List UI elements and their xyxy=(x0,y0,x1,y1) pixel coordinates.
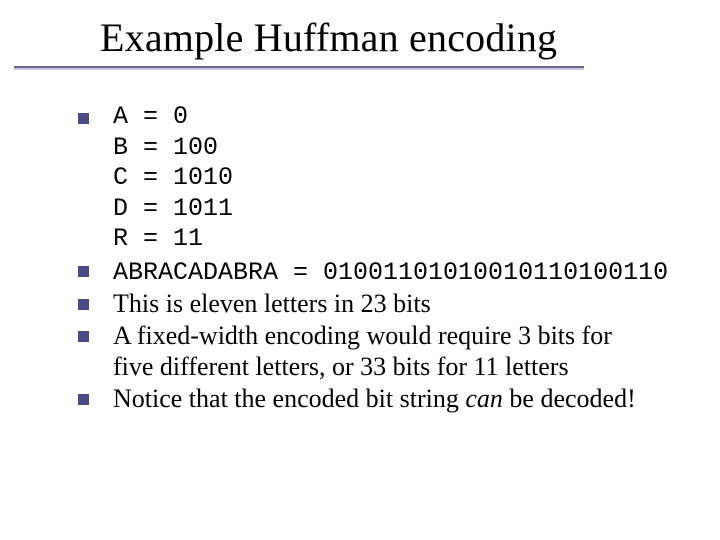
code-c: C = 1010 xyxy=(113,163,678,194)
list-item-body: ABRACADABRA = 01001101010010110100110 xyxy=(113,255,678,289)
fixed-line-2: five different letters, or 33 bits for 1… xyxy=(113,352,569,381)
code-d: D = 1011 xyxy=(113,194,678,225)
fixed-width-line: A fixed-width encoding would require 3 b… xyxy=(113,320,678,383)
bullet-icon xyxy=(78,113,89,124)
bullet-icon xyxy=(78,331,89,342)
decode-em: can xyxy=(465,384,503,413)
slide-title: Example Huffman encoding xyxy=(100,14,557,61)
code-b: B = 100 xyxy=(113,133,678,164)
code-r: R = 11 xyxy=(113,224,678,255)
bullet-icon xyxy=(78,299,89,310)
bullet-icon xyxy=(78,266,89,277)
list-item: This is eleven letters in 23 bits xyxy=(78,288,678,320)
decode-post: be decoded! xyxy=(503,384,636,413)
title-area: Example Huffman encoding xyxy=(100,14,557,61)
encoded-line: ABRACADABRA = 01001101010010110100110 xyxy=(113,258,668,287)
title-rule-shadow xyxy=(14,68,584,70)
bits-line: This is eleven letters in 23 bits xyxy=(113,288,678,320)
fixed-line-1: A fixed-width encoding would require 3 b… xyxy=(113,321,612,350)
list-item-body: A = 0 B = 100 C = 1010 D = 1011 R = 11 xyxy=(113,102,678,255)
list-item: A fixed-width encoding would require 3 b… xyxy=(78,320,678,383)
slide: Example Huffman encoding A = 0 B = 100 C… xyxy=(0,0,720,540)
decode-line: Notice that the encoded bit string can b… xyxy=(113,383,678,415)
code-a: A = 0 xyxy=(113,102,678,133)
content-area: A = 0 B = 100 C = 1010 D = 1011 R = 11 A… xyxy=(78,102,678,415)
list-item: Notice that the encoded bit string can b… xyxy=(78,383,678,415)
bullet-icon xyxy=(78,394,89,405)
decode-pre: Notice that the encoded bit string xyxy=(113,384,465,413)
list-item: ABRACADABRA = 01001101010010110100110 xyxy=(78,255,678,289)
list-item: A = 0 B = 100 C = 1010 D = 1011 R = 11 xyxy=(78,102,678,255)
